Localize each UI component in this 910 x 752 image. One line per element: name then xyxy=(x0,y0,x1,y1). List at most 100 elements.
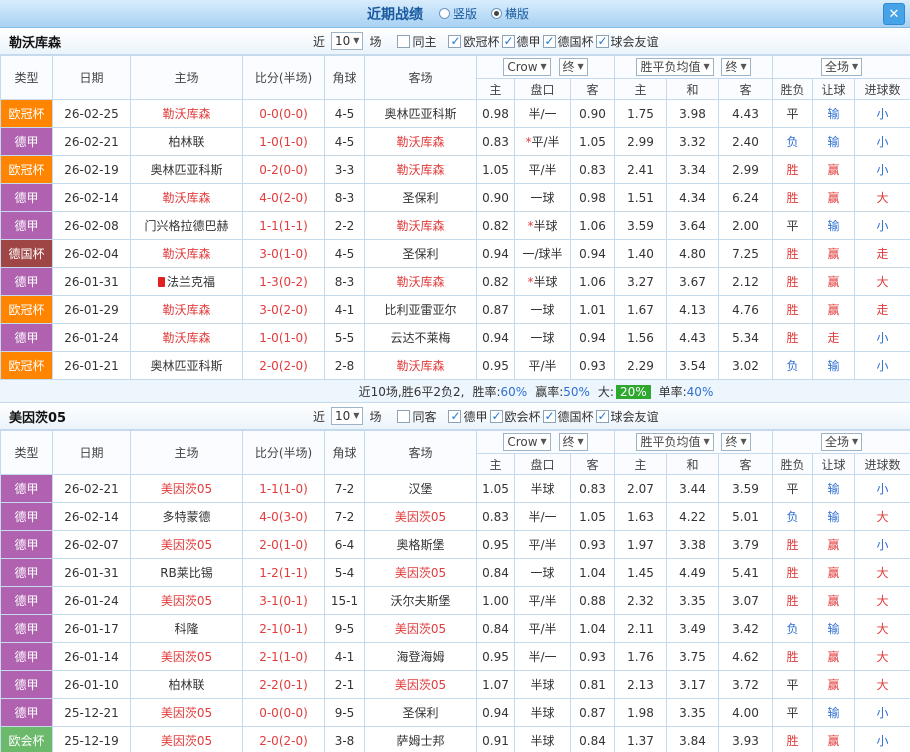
match-count-select[interactable]: 10 ▼ xyxy=(331,407,363,425)
league-checkbox-欧会杯[interactable]: 欧会杯 xyxy=(490,408,541,425)
bookmaker-select[interactable]: Crow▼ xyxy=(503,58,550,76)
handicap: 平/半 xyxy=(515,531,571,559)
period-select[interactable]: 全场▼ xyxy=(821,433,862,451)
league-checkbox-德国杯[interactable]: 德国杯 xyxy=(543,33,594,50)
result-goals: 小 xyxy=(855,100,910,128)
league-type-badge: 德甲 xyxy=(1,475,53,503)
euro-draw-odds: 3.98 xyxy=(667,100,719,128)
euro-home-odds: 1.75 xyxy=(615,100,667,128)
home-team: 勒沃库森 xyxy=(131,240,243,268)
score: 2-0(1-0) xyxy=(243,531,325,559)
asia-home-odds: 0.91 xyxy=(477,727,515,752)
league-type-badge: 德甲 xyxy=(1,587,53,615)
asia-home-odds: 0.94 xyxy=(477,699,515,727)
euro-home-odds: 2.13 xyxy=(615,671,667,699)
match-row: 德甲26-01-24美因茨053-1(0-1)15-1沃尔夫斯堡1.00平/半0… xyxy=(1,587,910,615)
euro-odds-select[interactable]: 胜平负均值▼ xyxy=(636,58,713,76)
euro-away-odds: 6.24 xyxy=(719,184,773,212)
result-wdl: 胜 xyxy=(773,587,813,615)
euro-odds-time-select[interactable]: 终▼ xyxy=(721,433,750,451)
dropdown-caret-icon: ▼ xyxy=(740,434,746,450)
close-button[interactable]: ✕ xyxy=(883,3,905,25)
match-count-value: 10 xyxy=(335,33,350,49)
asia-away-odds: 0.83 xyxy=(571,475,615,503)
col-header-euro-home: 主 xyxy=(615,79,667,100)
league-checkbox-球会友谊[interactable]: 球会友谊 xyxy=(596,33,659,50)
league-checkbox-德国杯[interactable]: 德国杯 xyxy=(543,408,594,425)
bookmaker-select[interactable]: Crow▼ xyxy=(503,433,550,451)
col-header-euro-home: 主 xyxy=(615,454,667,475)
euro-draw-odds: 3.49 xyxy=(667,615,719,643)
checkbox-checked-icon xyxy=(490,410,503,423)
league-type-badge: 德甲 xyxy=(1,615,53,643)
summary-record: 近10场,胜6平2负2, xyxy=(359,383,465,400)
asia-odds-time-select[interactable]: 终▼ xyxy=(559,433,588,451)
corners: 3-3 xyxy=(325,156,365,184)
league-type-badge: 德国杯 xyxy=(1,240,53,268)
result-wdl: 胜 xyxy=(773,727,813,752)
match-date: 26-02-21 xyxy=(53,128,131,156)
euro-away-odds: 5.41 xyxy=(719,559,773,587)
euro-away-odds: 4.62 xyxy=(719,643,773,671)
league-checkbox-欧冠杯[interactable]: 欧冠杯 xyxy=(448,33,499,50)
league-checkbox-德甲[interactable]: 德甲 xyxy=(502,33,541,50)
match-row: 德甲26-02-07美因茨052-0(1-0)6-4奥格斯堡0.95平/半0.9… xyxy=(1,531,910,559)
asia-odds-group-header: Crow▼ 终▼ xyxy=(477,431,615,454)
col-header-away: 客场 xyxy=(365,431,477,475)
result-handicap: 输 xyxy=(813,615,855,643)
layout-radio-horizontal[interactable]: 横版 xyxy=(491,5,529,22)
euro-odds-select[interactable]: 胜平负均值▼ xyxy=(636,433,713,451)
dropdown-caret-icon: ▼ xyxy=(578,59,584,75)
match-date: 26-02-19 xyxy=(53,156,131,184)
euro-away-odds: 2.00 xyxy=(719,212,773,240)
asia-odds-time-select[interactable]: 终▼ xyxy=(559,58,588,76)
corners: 4-1 xyxy=(325,643,365,671)
result-wdl: 平 xyxy=(773,212,813,240)
home-team: 柏林联 xyxy=(131,128,243,156)
red-card-icon xyxy=(158,277,165,287)
result-goals: 小 xyxy=(855,475,910,503)
away-team: 美因茨05 xyxy=(365,559,477,587)
score: 3-0(1-0) xyxy=(243,240,325,268)
euro-away-odds: 3.59 xyxy=(719,475,773,503)
asia-home-odds: 0.94 xyxy=(477,240,515,268)
handicap: *半球 xyxy=(515,268,571,296)
col-header-score: 比分(半场) xyxy=(243,431,325,475)
league-checkbox-球会友谊[interactable]: 球会友谊 xyxy=(596,408,659,425)
layout-radio-vertical[interactable]: 竖版 xyxy=(439,5,477,22)
same-venue-checkbox[interactable]: 同主 xyxy=(397,33,436,50)
league-type-badge: 德甲 xyxy=(1,128,53,156)
away-team: 圣保利 xyxy=(365,699,477,727)
result-group-header: 全场▼ xyxy=(773,56,910,79)
col-header-score: 比分(半场) xyxy=(243,56,325,100)
euro-draw-odds: 3.34 xyxy=(667,156,719,184)
league-checkbox-德甲[interactable]: 德甲 xyxy=(448,408,487,425)
euro-odds-time-select[interactable]: 终▼ xyxy=(721,58,750,76)
home-team: 美因茨05 xyxy=(131,475,243,503)
result-goals: 大 xyxy=(855,503,910,531)
period-select[interactable]: 全场▼ xyxy=(821,58,862,76)
result-wdl: 平 xyxy=(773,100,813,128)
league-type-badge: 德甲 xyxy=(1,324,53,352)
match-row: 德甲26-01-17科隆2-1(0-1)9-5美因茨050.84平/半1.042… xyxy=(1,615,910,643)
euro-home-odds: 1.51 xyxy=(615,184,667,212)
league-type-badge: 欧冠杯 xyxy=(1,100,53,128)
result-wdl: 胜 xyxy=(773,531,813,559)
result-handicap: 输 xyxy=(813,100,855,128)
handicap: 一球 xyxy=(515,184,571,212)
score: 2-0(2-0) xyxy=(243,352,325,380)
match-count-select[interactable]: 10 ▼ xyxy=(331,32,363,50)
result-handicap: 赢 xyxy=(813,643,855,671)
home-team: 柏林联 xyxy=(131,671,243,699)
score: 1-0(1-0) xyxy=(243,324,325,352)
result-handicap: 走 xyxy=(813,324,855,352)
asia-home-odds: 0.84 xyxy=(477,559,515,587)
result-wdl: 负 xyxy=(773,128,813,156)
corners: 9-5 xyxy=(325,699,365,727)
away-team: 勒沃库森 xyxy=(365,156,477,184)
score: 4-0(3-0) xyxy=(243,503,325,531)
euro-draw-odds: 3.35 xyxy=(667,587,719,615)
summary-big-rate: 大:20% xyxy=(598,383,651,400)
corners: 2-1 xyxy=(325,671,365,699)
same-venue-checkbox[interactable]: 同客 xyxy=(397,408,436,425)
